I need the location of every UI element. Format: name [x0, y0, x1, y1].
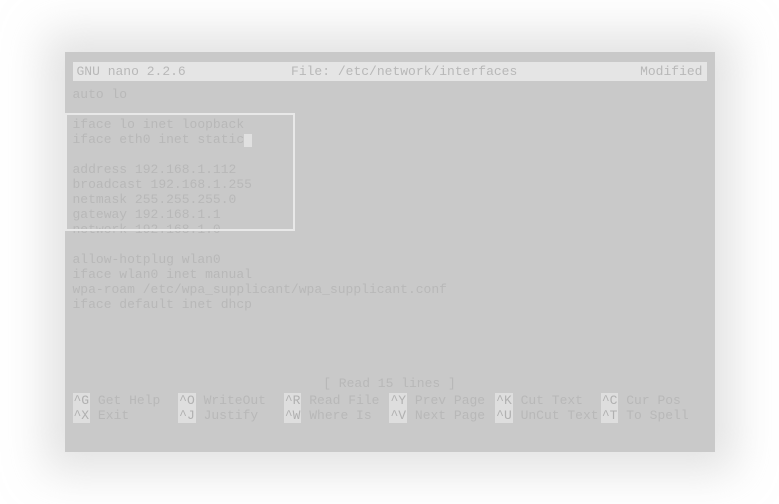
key-label: ^W [284, 408, 302, 423]
shortcut-next-page[interactable]: ^V Next Page [389, 408, 495, 423]
key-label: ^Y [389, 393, 407, 408]
key-label: ^G [73, 393, 91, 408]
shortcut-justify[interactable]: ^J Justify [178, 408, 284, 423]
content-line[interactable]: iface wlan0 inet manual [73, 267, 707, 282]
content-line[interactable] [73, 147, 707, 162]
app-name: GNU nano 2.2.6 [77, 64, 252, 79]
shortcut-text: UnCut Text [513, 408, 599, 423]
shortcut-exit[interactable]: ^X Exit [73, 408, 179, 423]
content-line[interactable]: iface eth0 inet static [73, 132, 707, 147]
shortcut-cut-text[interactable]: ^K Cut Text [495, 393, 601, 408]
shortcut-text: Prev Page [407, 393, 485, 408]
key-label: ^K [495, 393, 513, 408]
file-path: File: /etc/network/interfaces [251, 64, 640, 79]
shortcut-text: To Spell [618, 408, 688, 423]
shortcut-text: Exit [90, 408, 129, 423]
nano-editor-window: GNU nano 2.2.6 File: /etc/network/interf… [65, 52, 715, 452]
modified-status: Modified [640, 64, 702, 79]
shortcut-read-file[interactable]: ^R Read File [284, 393, 390, 408]
content-line[interactable]: broadcast 192.168.1.255 [73, 177, 707, 192]
content-line[interactable] [73, 102, 707, 117]
content-line[interactable]: gateway 192.168.1.1 [73, 207, 707, 222]
content-line[interactable]: allow-hotplug wlan0 [73, 252, 707, 267]
key-label: ^R [284, 393, 302, 408]
cursor-icon [244, 134, 252, 147]
shortcut-text: WriteOut [196, 393, 266, 408]
shortcut-to-spell[interactable]: ^T To Spell [601, 408, 707, 423]
content-line[interactable] [73, 237, 707, 252]
shortcut-bar: ^G Get Help ^O WriteOut ^R Read File ^Y … [73, 393, 707, 423]
shortcut-text: Cur Pos [618, 393, 680, 408]
shortcut-text: Get Help [90, 393, 160, 408]
content-line[interactable]: wpa-roam /etc/wpa_supplicant/wpa_supplic… [73, 282, 707, 297]
key-label: ^V [389, 408, 407, 423]
key-label: ^J [178, 408, 196, 423]
content-line[interactable]: iface lo inet loopback [73, 117, 707, 132]
key-label: ^C [601, 393, 619, 408]
editor-header: GNU nano 2.2.6 File: /etc/network/interf… [73, 62, 707, 81]
shortcut-get-help[interactable]: ^G Get Help [73, 393, 179, 408]
shortcut-text: Where Is [301, 408, 371, 423]
content-line[interactable]: address 192.168.1.112 [73, 162, 707, 177]
content-line[interactable]: auto lo [73, 87, 707, 102]
shortcut-text: Cut Text [513, 393, 583, 408]
shortcut-prev-page[interactable]: ^Y Prev Page [389, 393, 495, 408]
shortcut-uncut-text[interactable]: ^U UnCut Text [495, 408, 601, 423]
shortcut-writeout[interactable]: ^O WriteOut [178, 393, 284, 408]
shortcut-cur-pos[interactable]: ^C Cur Pos [601, 393, 707, 408]
shortcut-text: Justify [196, 408, 258, 423]
key-label: ^T [601, 408, 619, 423]
shortcut-text: Next Page [407, 408, 485, 423]
editor-content[interactable]: auto lo iface lo inet loopback iface eth… [73, 87, 707, 391]
shortcut-text: Read File [301, 393, 379, 408]
key-label: ^X [73, 408, 91, 423]
content-text: iface eth0 inet static [73, 132, 245, 147]
content-line[interactable]: network 192.168.1.0 [73, 222, 707, 237]
key-label: ^O [178, 393, 196, 408]
content-line[interactable]: iface default inet dhcp [73, 297, 707, 312]
status-line: [ Read 15 lines ] [73, 376, 707, 391]
content-line[interactable]: netmask 255.255.255.0 [73, 192, 707, 207]
shortcut-where-is[interactable]: ^W Where Is [284, 408, 390, 423]
key-label: ^U [495, 408, 513, 423]
